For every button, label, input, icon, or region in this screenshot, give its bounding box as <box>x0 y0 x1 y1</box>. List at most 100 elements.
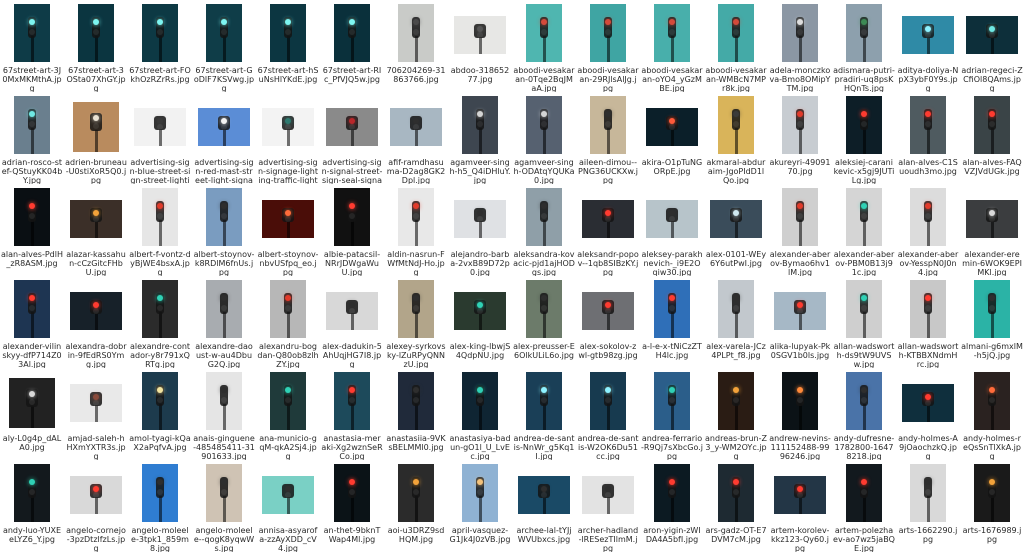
file-item[interactable]: alexandre-daoust-w-au4DbuG2Q.jpg <box>192 276 256 368</box>
file-item[interactable]: aoi-u3DRZ9sdHQM.jpg <box>384 460 448 552</box>
file-item[interactable]: adela-monczkova-Bmo8OMipYTM.jpg <box>768 0 832 92</box>
file-item[interactable]: 67street-art-3OSta07XhGY.jpg <box>64 0 128 92</box>
file-item[interactable]: akureyri-4909170.jpg <box>768 92 832 184</box>
file-item[interactable]: april-vasquez-G1Jk4J0zVB.jpg <box>448 460 512 552</box>
file-item[interactable]: advertising-sign-blue-street-sign-street… <box>128 92 192 184</box>
file-item[interactable]: alan-alves-FAQVZJVdUGk.jpg <box>960 92 1024 184</box>
file-item[interactable]: alex-varela-JCz4PLPt_f8.jpg <box>704 276 768 368</box>
file-item[interactable]: aleksandr-popov--1qb8SIBzKY.jpg <box>576 184 640 276</box>
file-item[interactable]: alika-lupyak-Pk0SGV1b0ls.jpg <box>768 276 832 368</box>
file-item[interactable]: alex-0101-WEy6Y6utPwI.jpg <box>704 184 768 276</box>
file-item[interactable]: akmaral-abduraim-JgoPIdD1lQo.jpg <box>704 92 768 184</box>
file-item[interactable]: aleksandra-kovacic-pjd1ajHODgs.jpg <box>512 184 576 276</box>
file-item[interactable]: anais-ginguene-485485411-31901633.jpg <box>192 368 256 460</box>
file-item[interactable]: aditya-doliya-NpX3ybF0Y9s.jpg <box>896 0 960 92</box>
file-item[interactable]: alex-dadukin-5AhUqjHG7I8.jpg <box>320 276 384 368</box>
file-item[interactable]: aleksey-parakhnevich-_i9E2Oqiw30.jpg <box>640 184 704 276</box>
file-item[interactable]: alex-king-lbwjS4QdpNU.jpg <box>448 276 512 368</box>
file-item[interactable]: aleksiej-caranikevic-x5gj9JUTiLg.jpg <box>832 92 896 184</box>
file-item[interactable]: adrien-bruneau-U0stiXoR5Q0.jpg <box>64 92 128 184</box>
file-item[interactable]: 67street-art-hSuNsHlYKdE.jpg <box>256 0 320 92</box>
file-item[interactable]: andy-holmes-A9jOaochzkQ.jpg <box>896 368 960 460</box>
file-item[interactable]: aboodi-vesakaran-WMBcN7MPr8k.jpg <box>704 0 768 92</box>
file-item[interactable]: andrea-ferrario-R9Qj7sXbcGo.jpg <box>640 368 704 460</box>
file-item[interactable]: arts-1676989.jpg <box>960 460 1024 552</box>
file-item[interactable]: artem-polezhaev-ao7wz5jaBQE.jpg <box>832 460 896 552</box>
file-item[interactable]: aileen-dimou--PNG36UCKXw.jpg <box>576 92 640 184</box>
file-item[interactable]: annisa-asyarofa-zzAyXDD_cV4.jpg <box>256 460 320 552</box>
file-item[interactable]: albert-stoynov-nbvUSfpq_eo.jpg <box>256 184 320 276</box>
file-item[interactable]: agamveer-singh-ODAtqYQUKa0.jpg <box>512 92 576 184</box>
file-item[interactable]: advertising-sign-signal-street-sign-seal… <box>320 92 384 184</box>
file-item[interactable]: allan-wadsworth-KTBBXNdmHrc.jpg <box>896 276 960 368</box>
file-item[interactable]: agamveer-singh-h5_Q4iDHluY.jpg <box>448 92 512 184</box>
file-item[interactable]: 67street-art-GoDlF7KSVwg.jpg <box>192 0 256 92</box>
file-item[interactable]: andy-holmes-reQsSnTlXkA.jpg <box>960 368 1024 460</box>
file-item[interactable]: 67street-art-3J0MxMKMthA.jpg <box>0 0 64 92</box>
file-item[interactable]: adrian-rosco-stef-QStuyKK04bY.jpg <box>0 92 64 184</box>
file-item[interactable]: andy-luo-YUXEeLYZ6_Y.jpg <box>0 460 64 552</box>
file-item[interactable]: adrian-regeci-ZCfiOl8QAms.jpg <box>960 0 1024 92</box>
file-item[interactable]: archer-hadland-lRESezTIlmM.jpg <box>576 460 640 552</box>
file-item[interactable]: amol-tyagi-kQaX2aPqfvA.jpg <box>128 368 192 460</box>
file-item[interactable]: aldin-nasrun-FWfMtNdJ-Ho.jpg <box>384 184 448 276</box>
file-thumbnail <box>902 16 954 54</box>
file-item[interactable]: alex-sokolov-zwl-gtb98zg.jpg <box>576 276 640 368</box>
file-item[interactable]: artem-korolev-kkz123-Qy60.jpg <box>768 460 832 552</box>
file-item[interactable]: angelo-moleele--qogK8yqwWs.jpg <box>192 460 256 552</box>
file-item[interactable]: andy-dufresne-1782800-16478218.jpg <box>832 368 896 460</box>
file-item[interactable]: angelo-moleele-3tpk1_859m8.jpg <box>128 460 192 552</box>
file-item[interactable]: aboodi-vesakaran-29RJlsAlJg.jpg <box>576 0 640 92</box>
file-item[interactable]: albie-patacsil-NRrJDWgaWuU.jpg <box>320 184 384 276</box>
file-item[interactable]: aboodi-vesakaran-oYO4_yGzMBE.jpg <box>640 0 704 92</box>
file-item[interactable]: alazar-kassahun-cCzGitcFHbU.jpg <box>64 184 128 276</box>
file-item[interactable]: alan-alves-C1Suoudh3mo.jpg <box>896 92 960 184</box>
file-item[interactable]: albert-stoynov-k8RDlM6fnUs.jpg <box>192 184 256 276</box>
file-item[interactable]: allan-wadsworth-ds9tW9UVSw.jpg <box>832 276 896 368</box>
file-item[interactable]: alexandru-bogdan-Q80ob8zlhZY.jpg <box>256 276 320 368</box>
file-item[interactable]: advertising-sign-signage-lighting-traffi… <box>256 92 320 184</box>
file-item[interactable]: amjad-saleh-hHXmYXTR3s.jpg <box>64 368 128 460</box>
file-item[interactable]: alexey-syrkovsky-lZuRPyQNNzU.jpg <box>384 276 448 368</box>
file-item[interactable]: ars-gadz-OT-E7DVM7cM.jpg <box>704 460 768 552</box>
file-item[interactable]: abdoo-31865277.jpg <box>448 0 512 92</box>
file-thumbnail <box>782 96 818 154</box>
file-item[interactable]: andreas-brun-Z3_y-WM2OYc.jpg <box>704 368 768 460</box>
file-item[interactable]: akira-O1pTuNGORpE.jpg <box>640 92 704 184</box>
file-item[interactable]: alexander-aberov-PBM0B13j91c.jpg <box>832 184 896 276</box>
file-item[interactable]: almani-g6mxlM-h5jQ.jpg <box>960 276 1024 368</box>
file-item[interactable]: alexander-vilinskyy-dfP714Z03Al.jpg <box>0 276 64 368</box>
file-item[interactable]: alexandre-contador-y8r791xQRTg.jpg <box>128 276 192 368</box>
file-item[interactable]: ana-municio-gqM-qkA2Sj4.jpg <box>256 368 320 460</box>
file-item[interactable]: andrew-nevins-111152488-9996246.jpg <box>768 368 832 460</box>
file-item[interactable]: andrea-de-santis-W2OK6Du51cc.jpg <box>576 368 640 460</box>
file-item[interactable]: andrea-de-santis-NnWr_g5Kq1I.jpg <box>512 368 576 460</box>
file-item[interactable]: aly-L0g4p_dALA0.jpg <box>0 368 64 460</box>
thumbnail-signal <box>89 484 103 499</box>
file-item[interactable]: alexandra-dobrin-9fEdRS0Ymg.jpg <box>64 276 128 368</box>
file-item[interactable]: afif-ramdhasuma-D2ag8GK2Dpl.jpg <box>384 92 448 184</box>
file-item[interactable]: 67street-art-RIc_PfVJQ5w.jpg <box>320 0 384 92</box>
file-item[interactable]: alex-preusser-E6OlkULiL6o.jpg <box>512 276 576 368</box>
file-item[interactable]: angelo-cornejo-3pzDtzlfzLs.jpg <box>64 460 128 552</box>
file-item[interactable]: alexander-eremin-6WOK9EPIMKl.jpg <box>960 184 1024 276</box>
file-item[interactable]: albert-f-vontz-dyBjWE4bsxA.jpg <box>128 184 192 276</box>
file-item[interactable]: alan-alves-PdlH_zR8ASM.jpg <box>0 184 64 276</box>
file-item[interactable]: aron-yigin-zWIDA4A5bfI.jpg <box>640 460 704 552</box>
file-item[interactable]: archee-lal-tYJjWVUbxcs.jpg <box>512 460 576 552</box>
file-item[interactable]: alexander-aberov-YesspN0J0n4.jpg <box>896 184 960 276</box>
file-item[interactable]: alexander-aberov-Bymao6hv1lM.jpg <box>768 184 832 276</box>
file-item[interactable]: a-l-e-x-tNiCzZTH4lc.jpg <box>640 276 704 368</box>
file-item[interactable]: alejandro-barba-2vxB89D72p0.jpg <box>448 184 512 276</box>
file-item[interactable]: 706204269-31863766.jpg <box>384 0 448 92</box>
file-item[interactable]: an-thet-9bknTWap4Ml.jpg <box>320 460 384 552</box>
file-item[interactable]: anastasiya-badun-gO1l_U_LvEc.jpg <box>448 368 512 460</box>
file-item[interactable]: advertising-sign-red-mast-street-light-s… <box>192 92 256 184</box>
file-item[interactable]: anastasiia-9VKsBELMMl0.jpg <box>384 368 448 460</box>
file-item[interactable]: 67street-art-FOkhOzRZrRs.jpg <box>128 0 192 92</box>
file-item[interactable]: anastasia-meraki-Xg2wznSeRCo.jpg <box>320 368 384 460</box>
file-item[interactable]: adismara-putri-pradiri-uq8psKHQnTs.jpg <box>832 0 896 92</box>
file-item[interactable]: arts-1662290.jpg <box>896 460 960 552</box>
file-name: alexandru-bogdan-Q80ob8zlhZY.jpg <box>257 342 319 368</box>
file-item[interactable]: aboodi-vesakaran-0Tqe2BqJMaA.jpg <box>512 0 576 92</box>
